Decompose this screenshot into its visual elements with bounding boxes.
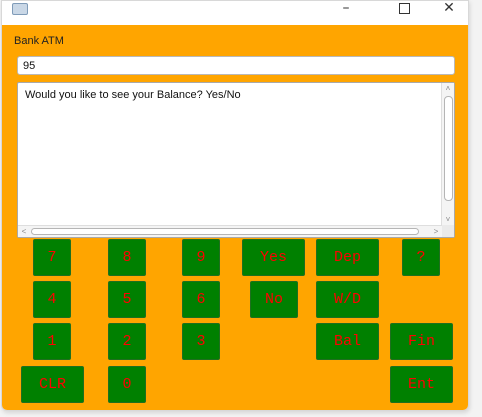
minimize-button[interactable]: – [327,1,365,23]
finish-button[interactable]: Fin [390,323,453,360]
deposit-button[interactable]: Dep [316,239,379,276]
key-5-button[interactable]: 5 [108,281,146,318]
scroll-down-icon[interactable]: ˅ [444,215,452,225]
maximize-button[interactable] [385,1,423,23]
message-text: Would you like to see your Balance? Yes/… [25,89,241,101]
enter-button[interactable]: Ent [390,366,453,403]
key-7-button[interactable]: 7 [33,239,71,276]
horizontal-scrollbar[interactable]: < > [18,225,442,237]
app-icon [12,3,28,15]
key-3-button[interactable]: 3 [182,323,220,360]
number-input-field[interactable]: 95 [17,56,455,75]
withdraw-button[interactable]: W/D [316,281,379,318]
key-8-button[interactable]: 8 [108,239,146,276]
vertical-scrollbar[interactable]: ˄ ˅ [441,83,454,226]
balance-button[interactable]: Bal [316,323,379,360]
key-0-button[interactable]: 0 [108,366,146,403]
maximize-icon [398,3,410,14]
scrollbar-corner [442,225,454,237]
help-button[interactable]: ? [402,239,440,276]
no-button[interactable]: No [250,281,298,318]
clear-button[interactable]: CLR [21,366,84,403]
yes-button[interactable]: Yes [242,239,305,276]
key-6-button[interactable]: 6 [182,281,220,318]
key-9-button[interactable]: 9 [182,239,220,276]
atm-window: – ✕ Bank ATM 95 Would you like to see yo… [1,0,469,411]
scroll-right-icon[interactable]: > [431,226,441,237]
scroll-left-icon[interactable]: < [19,226,29,237]
key-1-button[interactable]: 1 [33,323,71,360]
horizontal-scroll-thumb[interactable] [31,228,419,235]
atm-panel: Bank ATM 95 Would you like to see your B… [2,25,468,410]
vertical-scroll-thumb[interactable] [444,96,453,201]
title-bar: – ✕ [2,1,468,25]
message-display[interactable]: Would you like to see your Balance? Yes/… [17,82,455,238]
key-4-button[interactable]: 4 [33,281,71,318]
app-title-label: Bank ATM [14,35,64,47]
scroll-up-icon[interactable]: ˄ [444,84,452,94]
key-2-button[interactable]: 2 [108,323,146,360]
close-button[interactable]: ✕ [430,1,468,23]
